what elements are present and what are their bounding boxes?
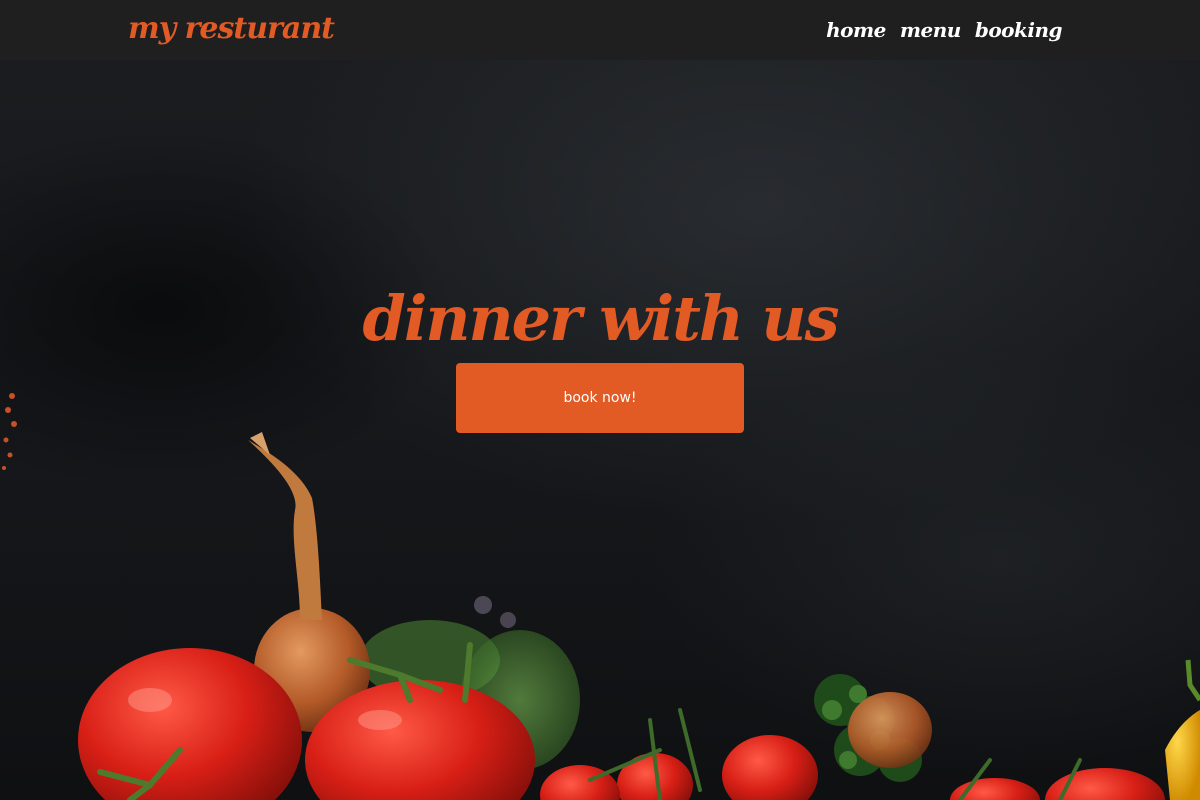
nav-link-home[interactable]: home xyxy=(826,18,886,42)
top-navbar: my resturant home menu booking xyxy=(0,0,1200,60)
nav-link-booking[interactable]: booking xyxy=(975,18,1063,42)
brand-logo-link[interactable]: my resturant xyxy=(128,11,335,46)
book-now-button[interactable]: book now! xyxy=(456,363,744,433)
hero-title: dinner with us xyxy=(362,282,840,355)
nav-link-menu[interactable]: menu xyxy=(900,18,961,42)
hero-section: dinner with us book now! xyxy=(0,60,1200,800)
nav-links: home menu booking xyxy=(826,18,1062,42)
